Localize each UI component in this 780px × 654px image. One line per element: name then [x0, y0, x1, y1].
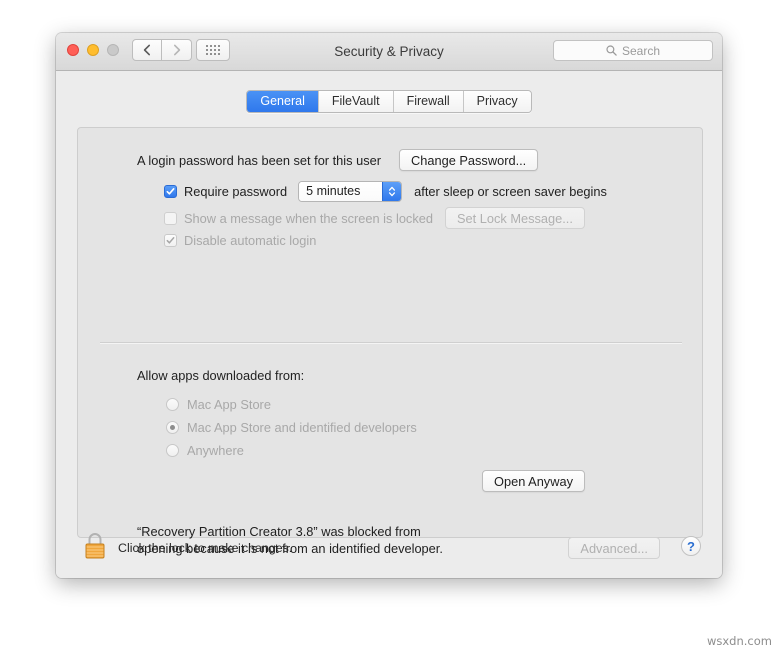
show-lock-message-row: Show a message when the screen is locked…	[164, 207, 585, 229]
require-password-interval-value: 5 minutes	[299, 182, 383, 201]
navigation-buttons	[132, 39, 192, 61]
disable-auto-login-label: Disable automatic login	[184, 233, 317, 248]
change-password-button[interactable]: Change Password...	[399, 149, 539, 171]
traffic-light-buttons	[67, 44, 119, 56]
zoom-button[interactable]	[107, 44, 119, 56]
gatekeeper-option-identified-developers[interactable]: Mac App Store and identified developers	[166, 420, 417, 435]
forward-button[interactable]	[162, 39, 192, 61]
tab-privacy[interactable]: Privacy	[462, 91, 531, 112]
section-divider	[100, 342, 682, 344]
show-lock-message-label: Show a message when the screen is locked	[184, 210, 433, 226]
advanced-button[interactable]: Advanced...	[568, 537, 660, 559]
disable-auto-login-checkbox[interactable]	[164, 234, 177, 247]
require-password-row: Require password 5 minutes after sleep o…	[164, 181, 607, 202]
radio-selected-dot	[170, 425, 175, 430]
radio-mac-app-store[interactable]	[166, 398, 179, 411]
general-settings-panel: A login password has been set for this u…	[77, 127, 703, 556]
back-icon	[143, 44, 150, 56]
lock-button[interactable]	[82, 531, 108, 568]
gatekeeper-heading-row: Allow apps downloaded from:	[137, 368, 304, 383]
set-lock-message-button[interactable]: Set Lock Message...	[444, 207, 585, 229]
require-password-suffix: after sleep or screen saver begins	[414, 184, 607, 199]
security-privacy-window: Security & Privacy Search General FileVa…	[56, 33, 722, 578]
window-body: General FileVault Firewall Privacy A log…	[56, 71, 722, 578]
padlock-closed-icon	[85, 533, 105, 559]
back-button[interactable]	[132, 39, 162, 61]
login-password-row: A login password has been set for this u…	[137, 149, 539, 171]
tab-general[interactable]: General	[247, 91, 318, 112]
watermark: wsxdn.com	[706, 634, 772, 648]
require-password-checkbox[interactable]	[164, 185, 177, 198]
help-button[interactable]: ?	[681, 536, 701, 556]
disable-auto-login-row: Disable automatic login	[164, 233, 316, 248]
search-placeholder: Search	[621, 43, 661, 58]
chevron-updown-icon	[382, 182, 402, 201]
grid-icon	[206, 45, 220, 55]
require-password-interval-select[interactable]: 5 minutes	[298, 181, 403, 202]
window-titlebar: Security & Privacy Search	[56, 33, 722, 71]
radio-identified-developers-label: Mac App Store and identified developers	[187, 420, 417, 435]
gatekeeper-heading: Allow apps downloaded from:	[137, 368, 305, 383]
radio-anywhere-label: Anywhere	[187, 443, 244, 458]
tab-filevault[interactable]: FileVault	[317, 91, 393, 112]
radio-anywhere[interactable]	[166, 444, 179, 457]
checkmark-icon	[166, 187, 175, 195]
require-password-label: Require password	[184, 184, 288, 199]
show-all-button[interactable]	[196, 39, 230, 61]
forward-icon	[173, 44, 180, 56]
open-anyway-button[interactable]: Open Anyway	[482, 470, 585, 492]
search-field[interactable]: Search	[553, 40, 713, 61]
tab-firewall[interactable]: Firewall	[392, 91, 463, 112]
checkmark-icon	[166, 237, 175, 244]
radio-mac-app-store-label: Mac App Store	[187, 397, 271, 412]
tab-bar: General FileVault Firewall Privacy	[56, 90, 722, 113]
show-lock-message-checkbox[interactable]	[164, 211, 177, 225]
close-button[interactable]	[67, 44, 79, 56]
lock-hint-text: Click the lock to make changes.	[118, 541, 293, 555]
minimize-button[interactable]	[87, 44, 99, 56]
gatekeeper-option-anywhere[interactable]: Anywhere	[166, 443, 244, 458]
window-bottom-bar: Click the lock to make changes. Advanced…	[56, 523, 722, 578]
search-icon	[606, 45, 617, 56]
gatekeeper-option-mac-app-store[interactable]: Mac App Store	[166, 397, 271, 412]
radio-identified-developers[interactable]	[166, 421, 179, 434]
login-password-status: A login password has been set for this u…	[137, 152, 381, 168]
